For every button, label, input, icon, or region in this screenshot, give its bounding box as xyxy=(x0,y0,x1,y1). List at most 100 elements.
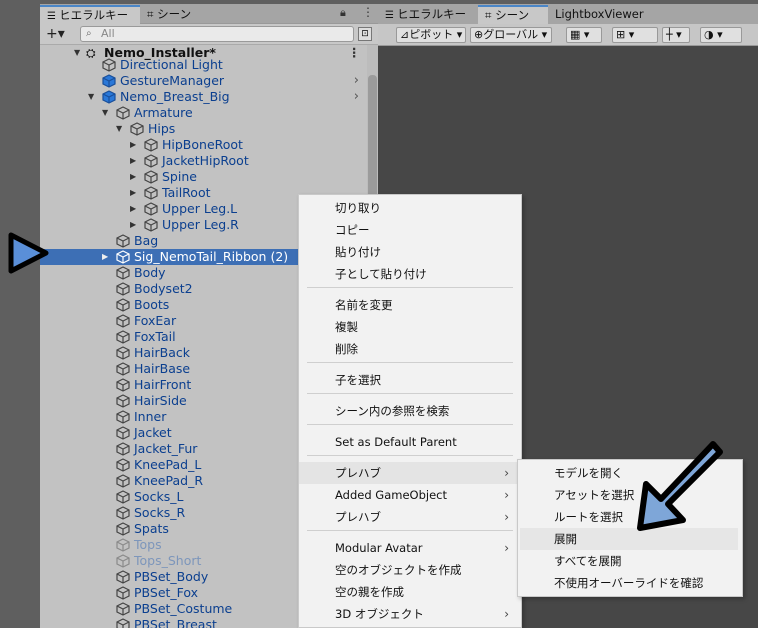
menu-separator xyxy=(307,287,513,288)
hierarchy-row[interactable]: ▶ JacketHipRoot xyxy=(40,153,367,169)
expand-arrow-icon[interactable]: ▶ xyxy=(130,153,136,169)
chevron-right-icon[interactable]: › xyxy=(354,73,359,89)
search-input[interactable]: ⌕ All xyxy=(80,26,354,42)
context-menu-item[interactable]: Added GameObject › xyxy=(299,484,521,506)
expand-arrow-icon[interactable]: ▶ xyxy=(102,249,108,265)
editor-window: ☰ ヒエラルキー ⌗ シーン 🔒︎ ⋮ +▾ ⌕ All ⊡ ▼ ⛭ Nemo_… xyxy=(0,0,758,628)
submenu-chevron-icon: › xyxy=(504,466,509,480)
sphere-icon: ◑ xyxy=(704,28,714,41)
gameobject-cube-icon xyxy=(144,138,158,152)
hierarchy-row[interactable]: ▶ Spine xyxy=(40,169,367,185)
hierarchy-row[interactable]: ▶ HipBoneRoot xyxy=(40,137,367,153)
collapse-arrow-icon[interactable]: ▼ xyxy=(88,89,94,105)
gameobject-cube-icon xyxy=(116,538,130,552)
hierarchy-row[interactable]: ▼ Nemo_Breast_Big › xyxy=(40,89,367,105)
context-menu-item[interactable]: 3D オブジェクト › xyxy=(299,603,521,625)
hierarchy-row[interactable]: ▼ Armature xyxy=(40,105,367,121)
gameobject-cube-icon xyxy=(144,154,158,168)
gameobject-cube-icon xyxy=(116,266,130,280)
snap-increment-button[interactable]: ⊞ ▾ xyxy=(612,27,658,43)
chevron-right-icon[interactable]: › xyxy=(354,89,359,105)
grid-icon: ⌗ xyxy=(147,7,158,21)
expand-arrow-icon[interactable]: ▶ xyxy=(130,217,136,233)
submenu-chevron-icon: › xyxy=(504,607,509,621)
menu-separator xyxy=(307,393,513,394)
hierarchy-row-label: Jacket_Fur xyxy=(134,441,198,456)
gameobject-cube-icon xyxy=(116,362,130,376)
context-menu-item-label: 子として貼り付け xyxy=(335,267,427,281)
tab-hierarchy-2[interactable]: ☰ ヒエラルキー xyxy=(378,5,476,24)
hierarchy-row-label: JacketHipRoot xyxy=(162,153,249,168)
more-menu-icon[interactable]: ⋮ xyxy=(362,5,374,19)
gameobject-cube-icon xyxy=(116,474,130,488)
context-menu-item[interactable]: プレハブ › xyxy=(299,462,521,484)
hierarchy-row-label: Boots xyxy=(134,297,170,312)
menu-separator xyxy=(307,455,513,456)
context-menu-item-label: Added GameObject xyxy=(335,488,447,502)
tab-hierarchy[interactable]: ☰ ヒエラルキー xyxy=(40,5,140,24)
hierarchy-row-label: Jacket xyxy=(134,425,172,440)
context-menu-item[interactable]: プレハブ › xyxy=(299,506,521,528)
context-menu-item[interactable]: 貼り付け xyxy=(299,241,521,263)
submenu-item-label: ルートを選択 xyxy=(554,510,623,524)
expand-arrow-icon[interactable]: ▶ xyxy=(130,185,136,201)
context-menu-item[interactable]: 空のオブジェクトを作成 xyxy=(299,559,521,581)
globe-icon: ⊕ xyxy=(474,28,484,41)
context-menu-item[interactable]: 子を選択 xyxy=(299,369,521,391)
ruler-button[interactable]: ┼ ▾ xyxy=(662,27,690,43)
menu-separator xyxy=(307,424,513,425)
context-menu-item-label: Set as Default Parent xyxy=(335,435,457,449)
context-menu-item[interactable]: シーン内の参照を検索 xyxy=(299,400,521,422)
submenu-item[interactable]: 不使用オーバーライドを確認 xyxy=(520,572,738,594)
gameobject-cube-icon xyxy=(116,570,130,584)
context-menu-item[interactable]: 空の親を作成 xyxy=(299,581,521,603)
scene-visibility-icon[interactable]: ⊡ xyxy=(358,27,372,41)
expand-arrow-icon[interactable]: ▶ xyxy=(130,137,136,153)
hierarchy-row[interactable]: Directional Light xyxy=(40,57,367,73)
context-menu-item[interactable]: 切り取り xyxy=(299,197,521,219)
gameobject-cube-icon xyxy=(116,394,130,408)
tab-scene[interactable]: ⌗ シーン xyxy=(140,5,220,24)
hierarchy-row-label: Socks_R xyxy=(134,505,186,520)
lock-icon[interactable]: 🔒︎ xyxy=(340,6,346,20)
submenu-chevron-icon: › xyxy=(504,488,509,502)
context-menu-item[interactable]: 子として貼り付け xyxy=(299,263,521,285)
context-menu-item-label: 空の親を作成 xyxy=(335,585,404,599)
expand-arrow-icon[interactable]: ▶ xyxy=(130,169,136,185)
submenu-item[interactable]: すべてを展開 xyxy=(520,550,738,572)
context-menu-item-label: 貼り付け xyxy=(335,245,381,259)
context-menu-item[interactable]: Modular Avatar › xyxy=(299,537,521,559)
shading-mode-button[interactable]: ◑ ▾ xyxy=(700,27,742,43)
collapse-arrow-icon[interactable]: ▼ xyxy=(116,121,122,137)
tab-lightbox-viewer-label: LightboxViewer xyxy=(555,7,644,21)
hierarchy-row[interactable]: ▼ Hips xyxy=(40,121,367,137)
add-button[interactable]: +▾ xyxy=(46,25,65,43)
context-menu-item[interactable]: 複製 xyxy=(299,316,521,338)
global-dropdown[interactable]: ⊕グローバル ▾ xyxy=(470,27,552,43)
context-menu-item[interactable]: 削除 xyxy=(299,338,521,360)
hierarchy-row-label: Sig_NemoTail_Ribbon (2) xyxy=(134,249,289,264)
grid-snap-button[interactable]: ▦ ▾ xyxy=(566,27,602,43)
submenu-item-label: 展開 xyxy=(554,532,577,546)
expand-arrow-icon[interactable]: ▶ xyxy=(130,201,136,217)
gameobject-cube-icon xyxy=(116,522,130,536)
hierarchy-row-label: PBSet_Body xyxy=(134,569,209,584)
pivot-dropdown[interactable]: ⊿ピボット ▾ xyxy=(396,27,466,43)
tab-scene-label: シーン xyxy=(157,7,192,21)
context-menu-item-label: プレハブ xyxy=(335,466,381,480)
tab-scene-2[interactable]: ⌗ シーン xyxy=(478,5,548,24)
hierarchy-row[interactable]: GestureManager › xyxy=(40,73,367,89)
hierarchy-row-label: Spats xyxy=(134,521,169,536)
context-menu-item[interactable]: 名前を変更 xyxy=(299,294,521,316)
hierarchy-row-label: Hips xyxy=(148,121,176,136)
context-menu-item[interactable]: Set as Default Parent xyxy=(299,431,521,453)
hierarchy-row-label: FoxTail xyxy=(134,329,176,344)
menu-separator xyxy=(307,530,513,531)
hierarchy-row-label: Spine xyxy=(162,169,197,184)
collapse-arrow-icon[interactable]: ▼ xyxy=(102,105,108,121)
hierarchy-row-label: KneePad_L xyxy=(134,457,202,472)
scene-tab-bar: ☰ ヒエラルキー ⌗ シーン LightboxViewer xyxy=(378,4,758,24)
global-label: グローバル xyxy=(483,28,539,41)
context-menu-item[interactable]: コピー xyxy=(299,219,521,241)
tab-lightbox-viewer[interactable]: LightboxViewer xyxy=(548,5,668,24)
